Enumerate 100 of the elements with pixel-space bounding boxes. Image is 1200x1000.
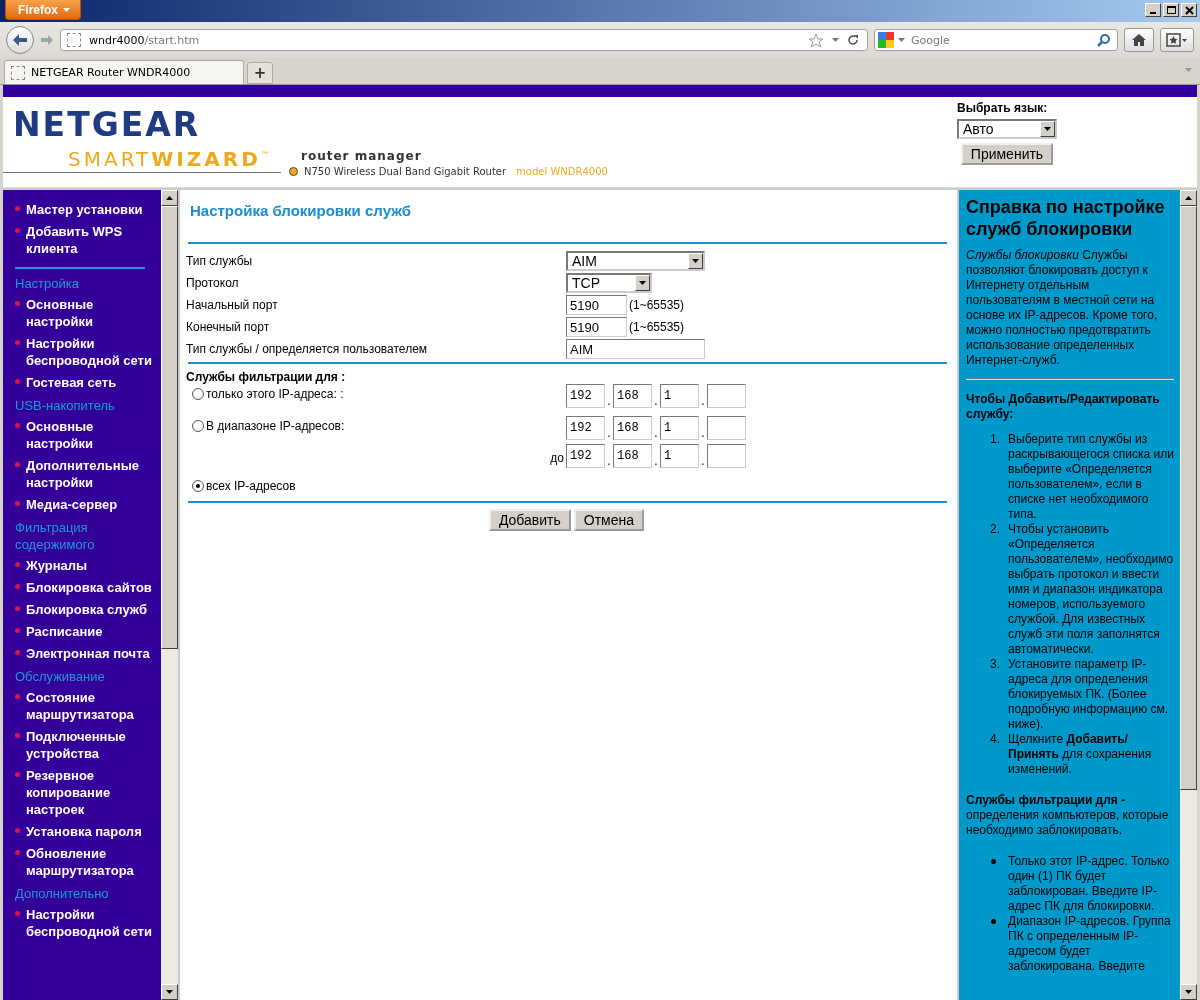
help-paragraph: Службы фильтрации для - определения компьютеров, которые необходимо заблокировать. [966,793,1170,838]
scrollbar[interactable] [161,190,178,1000]
ip-octet-field[interactable] [707,384,746,408]
dot-separator: . [653,454,659,468]
browser-tab[interactable]: NETGEAR Router WNDR4000 [4,60,244,84]
ip-octet-field[interactable]: 1 [660,384,699,408]
maximize-button[interactable] [1163,3,1179,17]
dot-separator: . [700,454,706,468]
ip-octet-field[interactable]: 168 [613,384,652,408]
menu-link[interactable]: Установка пароля [26,823,142,840]
back-arrow-icon [12,33,28,47]
ip-octet-field[interactable]: 192 [566,384,605,408]
caret-icon [639,281,646,285]
caret-icon[interactable] [832,38,839,42]
ip-octet-field[interactable]: 192 [566,444,605,468]
menu-link[interactable]: Обновление маршрутизатора [26,845,153,879]
menu-link[interactable]: Мастер установки [26,201,143,218]
bullet-icon [15,301,20,306]
menu-section-heading: Фильтрация содержимого [14,519,96,554]
bullet-icon [15,584,20,589]
menu-section-heading: Настройка [14,275,80,293]
dot-separator: . [606,454,612,468]
service-name-field[interactable]: AIM [566,339,705,359]
home-button[interactable] [1124,28,1154,52]
menu-link[interactable]: Настройки беспроводной сети [26,906,153,940]
dot-separator: . [700,426,706,440]
bullet-icon [15,501,20,506]
menu-link[interactable]: Добавить WPS клиента [26,223,153,257]
menu-link[interactable]: Основные настройки [26,296,153,330]
bullet-icon [991,859,996,864]
radio-button[interactable] [192,388,204,400]
menu-link[interactable]: Журналы [26,557,88,574]
range-hint: (1~65535) [629,298,685,312]
radio-button[interactable] [192,420,204,432]
ip-octet-field[interactable]: 1 [660,416,699,440]
menu-section-heading: Дополнительно [14,885,110,903]
down-arrow-icon[interactable] [1185,990,1192,994]
home-icon [1131,33,1147,47]
service-type-select[interactable]: AIM [566,251,705,271]
menu-link[interactable]: Настройки беспроводной сети [26,335,153,369]
bookmark-star-icon [1166,33,1188,47]
bullet-icon [15,733,20,738]
ip-octet-field[interactable] [707,444,746,468]
star-icon[interactable] [808,32,824,48]
model-name: model WNDR4000 [516,166,608,177]
bullet-icon [15,340,20,345]
ip-octet-field[interactable]: 168 [613,416,652,440]
menu-section-heading: USB-накопитель [14,397,116,415]
address-bar[interactable]: wndr4000/start.htm [60,29,868,51]
bookmarks-button[interactable] [1160,28,1194,52]
menu-link[interactable]: Блокировка сайтов [26,579,152,596]
bullet-icon [15,206,20,211]
close-icon [1184,5,1194,15]
form-button[interactable]: Отмена [573,509,645,531]
menu-link[interactable]: Подключенные устройства [26,728,153,762]
page-icon [11,65,25,80]
field-label: Тип службы [186,254,254,268]
caret-icon [63,7,70,12]
ip-octet-field[interactable]: 192 [566,416,605,440]
caret-icon[interactable] [898,38,905,42]
protocol-select[interactable]: TCP [566,273,652,293]
ip-octet-field[interactable] [707,416,746,440]
menu-link[interactable]: Блокировка служб [26,601,148,618]
new-tab-button[interactable]: + [247,62,273,84]
back-button[interactable] [6,26,34,54]
menu-link[interactable]: Расписание [26,623,103,640]
menu-link[interactable]: Основные настройки [26,418,153,452]
apply-button[interactable]: Применить [960,143,1054,165]
bullet-icon [15,650,20,655]
up-arrow-icon[interactable] [166,196,173,200]
form-button[interactable]: Добавить [488,509,571,531]
down-arrow-icon[interactable] [166,990,173,994]
bullet-icon [991,919,996,924]
bullet-icon [15,850,20,855]
up-arrow-icon[interactable] [1185,196,1192,200]
search-engine-icon[interactable] [878,32,894,48]
menu-link[interactable]: Дополнительные настройки [26,457,153,491]
menu-link[interactable]: Состояние маршрутизатора [26,689,153,723]
port-field[interactable]: 5190 [566,317,627,337]
radio-button[interactable] [192,480,204,492]
search-icon[interactable] [1097,33,1111,47]
menu-link[interactable]: Гостевая сеть [26,374,117,391]
dot-separator: . [700,394,706,408]
language-select[interactable]: Авто [957,119,1057,139]
bullet-icon [15,462,20,467]
step-number: 2. [989,522,1000,538]
menu-link[interactable]: Резервное копирование настроек [26,767,153,818]
ip-octet-field[interactable]: 168 [613,444,652,468]
menu-section-heading: Обслуживание [14,668,106,686]
port-field[interactable]: 5190 [566,295,627,315]
menu-link[interactable]: Медиа-сервер [26,496,118,513]
menu-link[interactable]: Электронная почта [26,645,150,662]
option-label: В диапазоне IP-адресов: [206,419,345,433]
range-label: до [550,451,565,465]
close-button[interactable] [1181,3,1197,17]
minimize-button[interactable] [1145,3,1161,17]
ip-octet-field[interactable]: 1 [660,444,699,468]
reload-icon[interactable] [847,34,859,46]
scrollbar[interactable] [1180,190,1197,1000]
search-box[interactable]: Google [874,29,1118,51]
